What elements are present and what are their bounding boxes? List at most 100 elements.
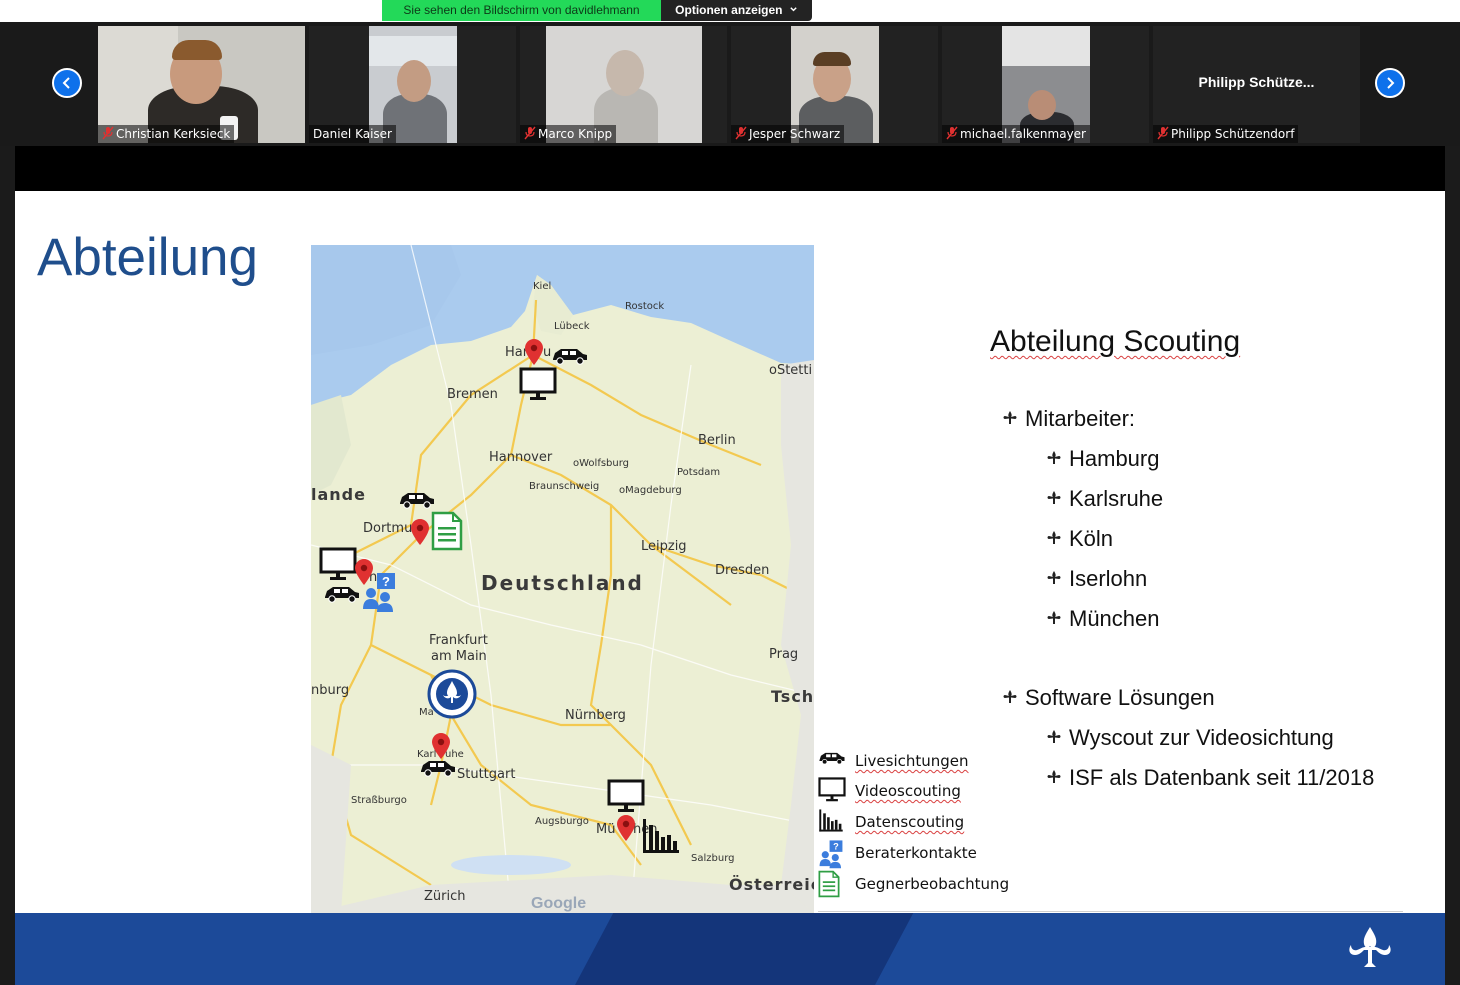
svg-text:?: ?	[382, 574, 390, 589]
participant-tile[interactable]: Philipp Schütze... Philipp Schützendorf	[1153, 26, 1360, 143]
svg-text:?: ?	[833, 842, 839, 852]
fleur-de-lis-icon	[1047, 730, 1061, 743]
participant-tile[interactable]: Christian Kerksieck	[98, 26, 305, 143]
document-icon	[818, 870, 840, 898]
legend-label: Videoscouting	[855, 782, 961, 800]
map-label-strassburg: Straßburgo	[351, 795, 407, 806]
chevron-right-icon	[1387, 77, 1395, 89]
fleur-de-lis-icon	[1047, 611, 1061, 624]
map-pin-icon	[432, 733, 450, 759]
fleur-de-lis-icon	[1047, 531, 1061, 544]
map-label-stuttgart: Stuttgart	[457, 767, 516, 782]
map-label-am-main: am Main	[431, 649, 487, 664]
next-page-button[interactable]	[1375, 68, 1405, 98]
map-label-augsburg: Augsburgo	[535, 816, 589, 827]
map-label-salzburg: Salzburg	[691, 853, 735, 864]
participant-tile[interactable]: michael.falkenmayer	[942, 26, 1149, 143]
legend-item: Gegnerbeobachtung	[818, 870, 1018, 898]
view-options-button[interactable]: Optionen anzeigen	[661, 0, 812, 21]
agent-contacts-icon: ?	[819, 840, 843, 869]
map-label-rostock: Rostock	[625, 301, 665, 312]
chevron-down-icon	[790, 7, 797, 12]
section-heading: Mitarbeiter:	[1003, 406, 1135, 432]
club-crest-icon	[427, 669, 477, 719]
map-label-dortmund: Dortmu	[363, 521, 413, 536]
map-label-dresden: Dresden	[715, 563, 770, 578]
bar-chart-icon	[819, 809, 843, 832]
map-label-frankfurt: Frankfurt	[429, 633, 488, 648]
map-label-kiel: Kiel	[533, 281, 552, 292]
map-label-braunschweig: Braunschweig	[529, 481, 600, 492]
bullet-item: Wyscout zur Videosichtung	[1047, 725, 1334, 751]
map-label-leipzig: Leipzig	[641, 539, 687, 554]
map-label-nburg: nburg	[311, 683, 350, 698]
legend-label: Beraterkontakte	[855, 844, 977, 862]
map-label-muenchen: Mü	[596, 822, 616, 837]
participant-tile[interactable]: Daniel Kaiser	[309, 26, 516, 143]
map-pin-icon	[525, 339, 543, 365]
map-label-magdeburg: oMagdeburg	[619, 485, 682, 496]
bullet-item: Hamburg	[1047, 446, 1159, 472]
map-label-wolfsburg: oWolfsburg	[573, 458, 630, 469]
bullet-item: ISF als Datenbank seit 11/2018	[1047, 765, 1374, 791]
monitor-icon	[607, 779, 645, 812]
map-label-prag: Prag	[769, 647, 799, 662]
map-label-bremen: Bremen	[447, 387, 498, 402]
participant-tile[interactable]: Jesper Schwarz	[731, 26, 938, 143]
map-label-nuernberg: Nürnberg	[565, 708, 626, 723]
slide-divider	[818, 911, 1403, 912]
participant-display-name: Philipp Schütze...	[1198, 74, 1315, 90]
legend-item: Datenscouting	[818, 808, 1018, 836]
fleur-de-lis-icon	[1047, 770, 1061, 783]
muted-mic-icon	[946, 126, 958, 140]
agent-contacts-icon: ?	[363, 573, 395, 612]
map-pin-icon	[411, 519, 429, 545]
fleur-de-lis-icon	[1047, 491, 1061, 504]
content-title: Abteilung Scouting	[990, 325, 1241, 358]
section-heading: Software Lösungen	[1003, 685, 1215, 711]
muted-mic-icon	[1157, 126, 1169, 140]
map-label-luebeck: Lübeck	[554, 321, 590, 332]
car-icon	[421, 761, 455, 777]
legend-label: Gegnerbeobachtung	[855, 875, 1010, 893]
fleur-de-lis-icon	[1003, 411, 1017, 424]
participant-tile[interactable]: Marco Knipp	[520, 26, 727, 143]
participant-name: Daniel Kaiser	[309, 125, 396, 143]
car-icon	[819, 752, 845, 765]
participant-name: michael.falkenmayer	[942, 125, 1090, 143]
map-label-hannover: Hannover	[489, 450, 553, 465]
map-label-tschechien: Tsch	[771, 687, 814, 706]
participant-name: Marco Knipp	[520, 125, 617, 143]
monitor-icon	[519, 367, 557, 400]
slide-footer	[15, 913, 1445, 985]
map-label-stettin: oStetti	[769, 363, 813, 378]
view-options-label: Optionen anzeigen	[675, 3, 783, 17]
participant-name: Christian Kerksieck	[98, 125, 235, 143]
map-label-deutschland: Deutschland	[481, 571, 644, 595]
bullet-item: München	[1047, 606, 1160, 632]
previous-page-button[interactable]	[52, 68, 82, 98]
chevron-left-icon	[62, 77, 70, 89]
map-label-holland: lande	[311, 485, 366, 504]
google-logo: Google	[531, 895, 587, 912]
monitor-icon	[818, 777, 846, 802]
shared-slide: Abteilung Kiel Rostock Lübeck Ham u oSte…	[15, 191, 1445, 985]
bullet-item: Köln	[1047, 526, 1113, 552]
muted-mic-icon	[735, 126, 747, 140]
footer-stripe	[575, 913, 914, 985]
participant-name: Philipp Schützendorf	[1153, 125, 1299, 143]
participant-name: Jesper Schwarz	[731, 125, 845, 143]
fleur-de-lis-logo-icon	[1349, 927, 1391, 967]
map-label-oesterreich: Österreic	[729, 875, 814, 894]
monitor-icon	[319, 547, 357, 580]
fleur-de-lis-icon	[1047, 571, 1061, 584]
map-label-potsdam: Potsdam	[677, 467, 721, 478]
bullet-item: Iserlohn	[1047, 566, 1147, 592]
legend-item: Livesichtungen	[818, 747, 1018, 775]
bar-chart-icon	[643, 819, 679, 853]
fleur-de-lis-icon	[1003, 690, 1017, 703]
car-icon	[325, 587, 359, 603]
document-icon	[431, 511, 463, 551]
share-area-header	[15, 146, 1445, 191]
slide-title: Abteilung	[37, 228, 259, 287]
